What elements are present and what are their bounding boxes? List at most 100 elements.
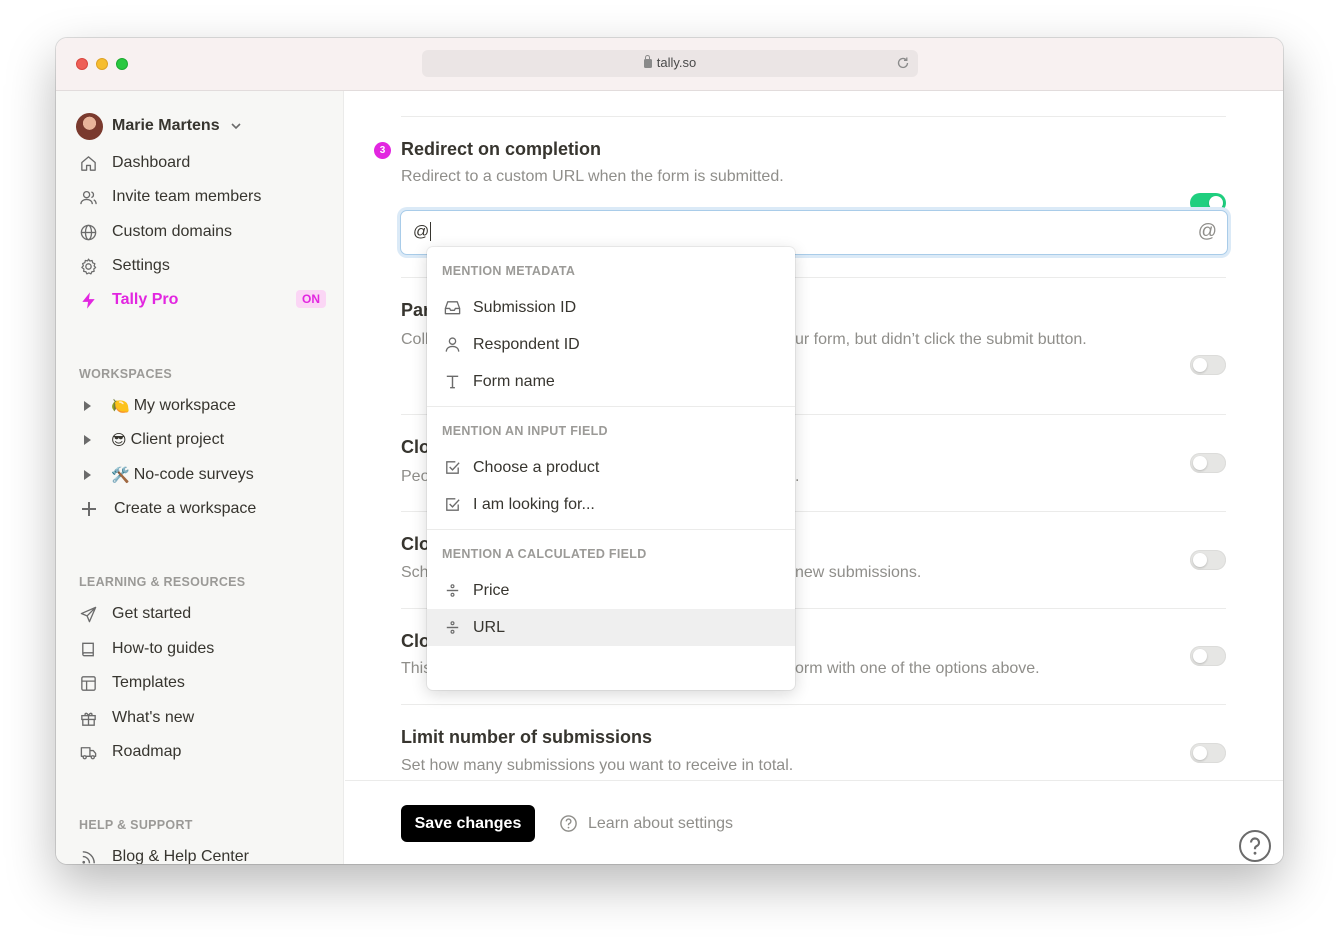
- layout-icon: [76, 671, 100, 695]
- mention-option-label: URL: [473, 618, 506, 636]
- user-icon: [442, 335, 462, 355]
- setting-description-left: Coll: [401, 331, 429, 348]
- mention-option-choose-a-product[interactable]: Choose a product: [427, 449, 795, 486]
- sidebar-item-label: How-to guides: [112, 640, 215, 657]
- divide-icon: [442, 618, 462, 638]
- learn-about-settings-link[interactable]: Learn about settings: [559, 814, 733, 833]
- mention-option-price[interactable]: Price: [427, 572, 795, 609]
- browser-titlebar: tally.so: [56, 38, 1283, 91]
- learning-heading: LEARNING & RESOURCES: [79, 575, 246, 589]
- limit-submissions-toggle[interactable]: [1190, 743, 1226, 763]
- chevron-down-icon: [231, 123, 241, 130]
- mention-option-label: Choose a product: [473, 458, 600, 476]
- checkbox-icon: [442, 495, 462, 515]
- send-icon: [76, 602, 100, 626]
- redirect-description: Redirect to a custom URL when the form i…: [401, 168, 784, 185]
- sidebar-item-invite[interactable]: Invite team members: [76, 182, 326, 212]
- avatar: [76, 112, 103, 140]
- workspace-item[interactable]: 🛠️ No-code surveys: [80, 460, 330, 490]
- setting-description-left: Sch: [401, 564, 429, 581]
- setting-title: Par: [401, 300, 431, 320]
- settings-footer: Save changes Learn about settings: [345, 780, 1283, 864]
- step-number-badge: 3: [374, 142, 391, 159]
- maximize-window-button[interactable]: [116, 58, 128, 70]
- sidebar-item-label: Custom domains: [112, 223, 233, 240]
- setting-description-right: new submissions.: [795, 564, 922, 581]
- divider: [427, 529, 795, 530]
- bolt-icon: [76, 288, 100, 312]
- help-question-icon[interactable]: [1238, 829, 1272, 863]
- mention-option-label: Form name: [473, 372, 555, 390]
- address-bar[interactable]: tally.so: [422, 50, 918, 77]
- mention-option-i-am-looking-for[interactable]: I am looking for...: [427, 486, 795, 523]
- mention-option-form-name[interactable]: Form name: [427, 363, 795, 400]
- mention-section-heading: MENTION AN INPUT FIELD: [442, 424, 608, 438]
- minimize-window-button[interactable]: [96, 58, 108, 70]
- workspace-emoji: 🍋: [111, 398, 130, 415]
- setting-title: Clo: [401, 631, 430, 651]
- close-form-toggle[interactable]: [1190, 453, 1226, 473]
- sidebar-item-custom-domains[interactable]: Custom domains: [76, 217, 326, 247]
- workspace-label: My workspace: [133, 397, 236, 414]
- gift-icon: [76, 706, 100, 730]
- schedule-close-toggle[interactable]: [1190, 550, 1226, 570]
- reload-icon[interactable]: [896, 56, 910, 70]
- close-message-toggle[interactable]: [1190, 646, 1226, 666]
- workspaces-heading: WORKSPACES: [79, 367, 173, 381]
- setting-description-left: Peo: [401, 468, 430, 485]
- sidebar-item-blog-help-center[interactable]: Blog & Help Center: [76, 842, 326, 864]
- learn-about-settings-label: Learn about settings: [588, 814, 733, 832]
- mention-option-url[interactable]: URL: [427, 609, 795, 646]
- sidebar-item-tally-pro[interactable]: Tally Pro ON: [76, 285, 326, 315]
- mention-option-label: Price: [473, 581, 510, 599]
- mention-menu: MENTION METADATA Submission ID Responden…: [427, 247, 795, 690]
- user-name: Marie Martens: [112, 117, 220, 134]
- sidebar-item-label: Settings: [112, 257, 170, 274]
- mention-section-heading: MENTION METADATA: [442, 264, 576, 278]
- users-icon: [76, 185, 100, 209]
- truck-icon: [76, 740, 100, 764]
- expand-triangle-icon[interactable]: [84, 470, 91, 480]
- sidebar-item-how-to-guides[interactable]: How-to guides: [76, 634, 326, 664]
- gear-icon: [76, 254, 100, 278]
- workspace-label: Client project: [130, 431, 225, 448]
- mention-option-submission-id[interactable]: Submission ID: [427, 289, 795, 326]
- sidebar-item-label: Dashboard: [112, 154, 191, 171]
- sidebar-item-settings[interactable]: Settings: [76, 251, 326, 281]
- sidebar-item-label: Blog & Help Center: [112, 848, 249, 864]
- mention-at-icon[interactable]: @: [1198, 221, 1217, 243]
- limit-submissions-description: Set how many submissions you want to rec…: [401, 757, 794, 774]
- redirect-url-value: @: [413, 223, 430, 241]
- partial-submissions-toggle[interactable]: [1190, 355, 1226, 375]
- divider: [401, 704, 1226, 705]
- workspace-item[interactable]: 😎 Client project: [80, 425, 330, 455]
- divider: [427, 406, 795, 407]
- close-window-button[interactable]: [76, 58, 88, 70]
- create-workspace-button[interactable]: Create a workspace: [80, 494, 330, 524]
- book-icon: [76, 637, 100, 661]
- limit-submissions-title: Limit number of submissions: [401, 727, 653, 747]
- lock-icon: [643, 55, 652, 68]
- sidebar-item-templates[interactable]: Templates: [76, 668, 326, 698]
- pro-status-badge: ON: [296, 290, 326, 308]
- save-changes-button[interactable]: Save changes: [401, 805, 535, 842]
- expand-triangle-icon[interactable]: [84, 401, 91, 411]
- home-icon: [76, 151, 100, 175]
- divider: [401, 116, 1226, 117]
- setting-description-right: orm with one of the options above.: [795, 660, 1040, 677]
- workspace-emoji: 😎: [111, 432, 127, 449]
- expand-triangle-icon[interactable]: [84, 435, 91, 445]
- inbox-icon: [442, 298, 462, 318]
- user-menu[interactable]: Marie Martens: [76, 111, 242, 141]
- sidebar-item-whats-new[interactable]: What's new: [76, 703, 326, 733]
- mention-option-respondent-id[interactable]: Respondent ID: [427, 326, 795, 363]
- sidebar-item-get-started[interactable]: Get started: [76, 599, 326, 629]
- divide-icon: [442, 581, 462, 601]
- sidebar-item-roadmap[interactable]: Roadmap: [76, 737, 326, 767]
- question-circle-icon: [560, 815, 577, 832]
- workspace-item[interactable]: 🍋 My workspace: [80, 391, 330, 421]
- workspace-emoji: 🛠️: [111, 467, 130, 484]
- rss-icon: [76, 845, 100, 864]
- text-icon: [442, 372, 462, 392]
- sidebar-item-dashboard[interactable]: Dashboard: [76, 148, 326, 178]
